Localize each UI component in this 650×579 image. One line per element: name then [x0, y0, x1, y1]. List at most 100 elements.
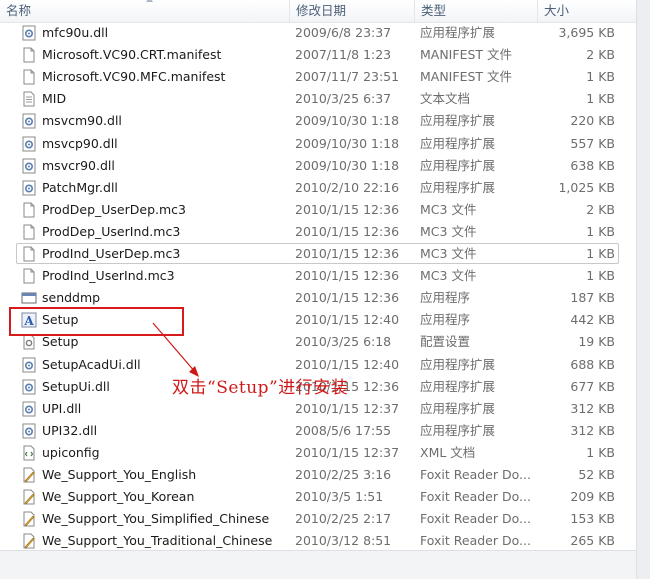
file-size: 19 KB: [578, 334, 615, 350]
file-size: 153 KB: [570, 511, 615, 527]
file-date: 2010/1/15 12:37: [295, 400, 400, 416]
file-size: 209 KB: [570, 489, 615, 505]
file-name: ProdInd_UserInd.mc3: [42, 268, 175, 284]
file-name: senddmp: [42, 290, 101, 306]
file-row[interactable]: ProdInd_UserInd.mc3 2010/1/15 12:36 MC3 文件…: [0, 265, 636, 287]
file-type: 文本文档: [420, 91, 471, 107]
file-size: 638 KB: [570, 157, 615, 173]
file-name: Microsoft.VC90.MFC.manifest: [42, 69, 226, 85]
file-type: 应用程序扩展: [420, 25, 496, 40]
file-name: msvcr90.dll: [42, 157, 115, 173]
file-date: 2008/5/6 17:55: [295, 422, 392, 438]
file-date: 2007/11/8 1:23: [295, 47, 392, 63]
file-row[interactable]: We_Support_You_Korean 2010/3/5 1:51 Foxit …: [0, 486, 636, 508]
file-row[interactable]: msvcr90.dll 2009/10/30 1:18 应用程序扩展 638 KB: [0, 155, 636, 177]
column-header-name[interactable]: 名称: [0, 0, 289, 22]
file-row[interactable]: mfc90u.dll 2009/6/8 23:37 应用程序扩展 3,695 KB: [0, 22, 636, 44]
column-header-type[interactable]: 类型: [414, 0, 537, 22]
file-row[interactable]: ProdDep_UserInd.mc3 2010/1/15 12:36 MC3 文件…: [0, 221, 636, 243]
dll-gear-icon: [22, 180, 36, 196]
file-date: 2010/2/25 3:16: [295, 467, 392, 482]
file-name: SetupUi.dll: [42, 378, 110, 394]
file-row[interactable]: Microsoft.VC90.MFC.manifest 2007/11/7 23:…: [0, 66, 636, 88]
file-size: 2 KB: [586, 47, 615, 63]
dll-gear-icon: [22, 136, 36, 151]
column-header-size[interactable]: 大小: [537, 0, 636, 22]
file-row[interactable]: ProdDep_UserDep.mc3 2010/1/15 12:36 MC3 文件…: [0, 199, 636, 221]
file-type: 应用程序扩展: [420, 179, 496, 195]
file-row[interactable]: msvcp90.dll 2009/10/30 1:18 应用程序扩展 557 KB: [0, 133, 636, 155]
dll-gear-icon: [22, 401, 36, 417]
file-date: 2010/3/5 1:51: [295, 489, 384, 505]
file-type: Foxit Reader Do...: [420, 467, 531, 482]
file-size: 3,695 KB: [558, 25, 615, 40]
file-date: 2010/3/25 6:37: [295, 91, 392, 107]
file-type: Foxit Reader Do...: [420, 533, 531, 549]
file-name: msvcm90.dll: [42, 113, 122, 129]
file-type: 应用程序扩展: [420, 135, 496, 151]
vertical-scrollbar[interactable]: [636, 0, 650, 579]
file-name: upiconfig: [42, 444, 100, 460]
file-date: 2007/11/7 23:51: [295, 69, 400, 85]
file-row[interactable]: UPI32.dll 2008/5/6 17:55 应用程序扩展 312 KB: [0, 420, 636, 442]
file-type: Foxit Reader Do...: [420, 511, 531, 527]
file-name: We_Support_You_Korean: [42, 489, 195, 505]
column-header-size-label: 大小: [544, 3, 570, 18]
file-size: 52 KB: [578, 467, 615, 482]
dll-gear-icon: [22, 423, 36, 439]
file-type: MC3 文件: [420, 268, 477, 284]
file-size: 1 KB: [586, 246, 615, 261]
foxit-doc-icon: [23, 511, 35, 527]
file-row[interactable]: senddmp 2010/1/15 12:36 应用程序 187 KB: [0, 287, 636, 309]
file-name: SetupAcadUi.dll: [42, 356, 141, 372]
dll-gear-icon: [22, 113, 36, 129]
file-size: 1 KB: [586, 223, 615, 239]
file-date: 2010/3/12 8:51: [295, 533, 392, 549]
file-size: 312 KB: [570, 400, 615, 416]
xml-file-icon: [23, 445, 35, 461]
file-type: 应用程序扩展: [420, 113, 496, 129]
config-file-icon: [23, 334, 35, 350]
file-row[interactable]: Microsoft.VC90.CRT.manifest 2007/11/8 1:2…: [0, 44, 636, 66]
sort-ascending-icon: [146, 0, 153, 2]
file-row[interactable]: msvcm90.dll 2009/10/30 1:18 应用程序扩展 220 KB: [0, 110, 636, 132]
file-size: 1,025 KB: [558, 179, 615, 195]
file-size: 442 KB: [570, 312, 615, 328]
file-name: We_Support_You_Simplified_Chinese: [42, 511, 270, 527]
text-file-icon: [23, 91, 35, 107]
file-date: 2009/6/8 23:37: [295, 25, 392, 40]
column-header-bar: 名称 修改日期 类型 大小: [0, 0, 636, 23]
file-size: 265 KB: [570, 533, 615, 549]
file-date: 2010/1/15 12:36: [295, 268, 400, 284]
file-name: UPI32.dll: [42, 422, 98, 438]
file-size: 557 KB: [570, 135, 615, 151]
blank-file-icon: [23, 47, 35, 63]
file-name: PatchMgr.dll: [42, 179, 118, 195]
file-row[interactable]: We_Support_You_English 2010/2/25 3:16 Foxi…: [0, 464, 636, 486]
column-header-date[interactable]: 修改日期: [289, 0, 414, 22]
file-date: 2009/10/30 1:18: [295, 135, 400, 151]
file-name: ProdDep_UserInd.mc3: [42, 223, 181, 239]
file-row[interactable]: We_Support_You_Traditional_Chinese 2010/3…: [0, 530, 636, 550]
file-name: MID: [42, 91, 67, 107]
horizontal-scrollbar[interactable]: [0, 550, 636, 579]
file-date: 2010/1/15 12:36: [295, 246, 400, 261]
file-row[interactable]: MID 2010/3/25 6:37 文本文档 1 KB: [0, 88, 636, 110]
file-date: 2010/1/15 12:37: [295, 444, 400, 460]
file-row[interactable]: UPI.dll 2010/1/15 12:37 应用程序扩展 312 KB: [0, 398, 636, 420]
file-type: 应用程序扩展: [420, 400, 496, 416]
file-date: 2010/1/15 12:36: [295, 290, 400, 306]
file-size: 312 KB: [570, 422, 615, 438]
blank-file-icon: [23, 224, 35, 240]
file-row[interactable]: We_Support_You_Simplified_Chinese 2010/2/…: [0, 508, 636, 530]
dll-gear-icon: [22, 357, 36, 372]
file-row[interactable]: ProdInd_UserDep.mc3 2010/1/15 12:36 MC3 文件…: [0, 243, 636, 265]
foxit-doc-icon: [23, 467, 35, 483]
column-header-date-label: 修改日期: [296, 3, 347, 18]
install-instruction-text: 双击“Setup”进行安装: [172, 378, 349, 398]
file-name: We_Support_You_Traditional_Chinese: [42, 533, 273, 549]
file-row[interactable]: PatchMgr.dll 2010/2/10 22:16 应用程序扩展 1,025 K…: [0, 177, 636, 199]
file-name: Microsoft.VC90.CRT.manifest: [42, 47, 222, 63]
file-type: MC3 文件: [420, 223, 477, 239]
file-row[interactable]: upiconfig 2010/1/15 12:37 XML 文档 1 KB: [0, 442, 636, 464]
